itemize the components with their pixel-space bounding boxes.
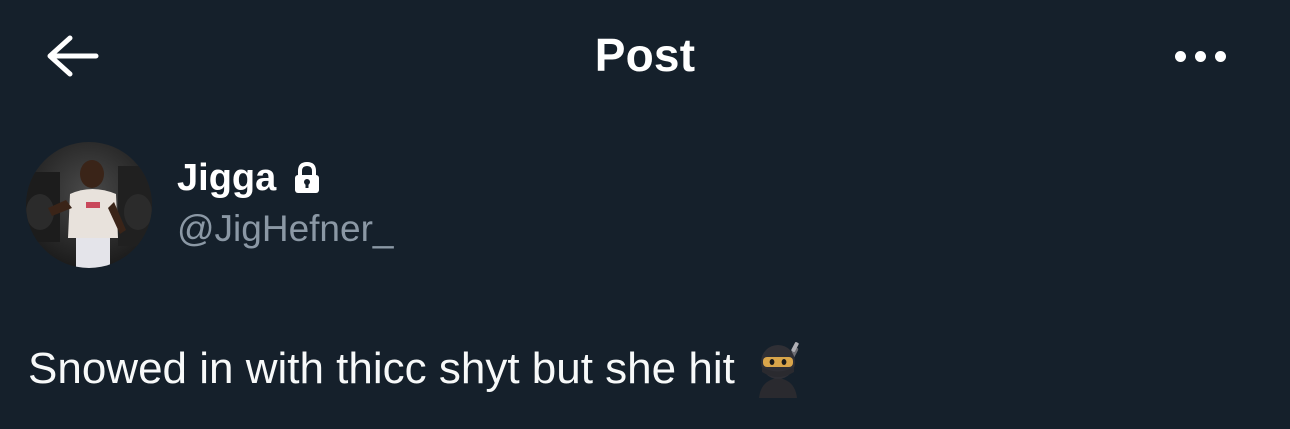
ninja-emoji [758,341,799,398]
back-button[interactable] [36,24,108,88]
display-name-row: Jigga [177,156,394,200]
page-title: Post [594,29,696,81]
user-handle[interactable]: @JigHefner_ [177,208,394,250]
post-body: Snowed in with thicc shyt but she hit [28,340,807,398]
lock-icon [295,161,320,193]
more-dot [1194,50,1206,62]
more-dot [1214,50,1226,62]
more-horizontal-icon [1174,50,1186,62]
profile-photo [26,142,152,268]
author-names: Jigga @JigHefner_ [177,156,394,250]
arrow-left-icon [47,35,99,77]
top-bar: Post [0,0,1290,112]
avatar[interactable] [26,142,152,268]
post-text: Snowed in with thicc shyt but she hit [28,344,735,393]
post-author: Jigga @JigHefner_ [26,142,394,268]
more-options-button[interactable] [1162,30,1238,82]
display-name[interactable]: Jigga [177,157,276,200]
